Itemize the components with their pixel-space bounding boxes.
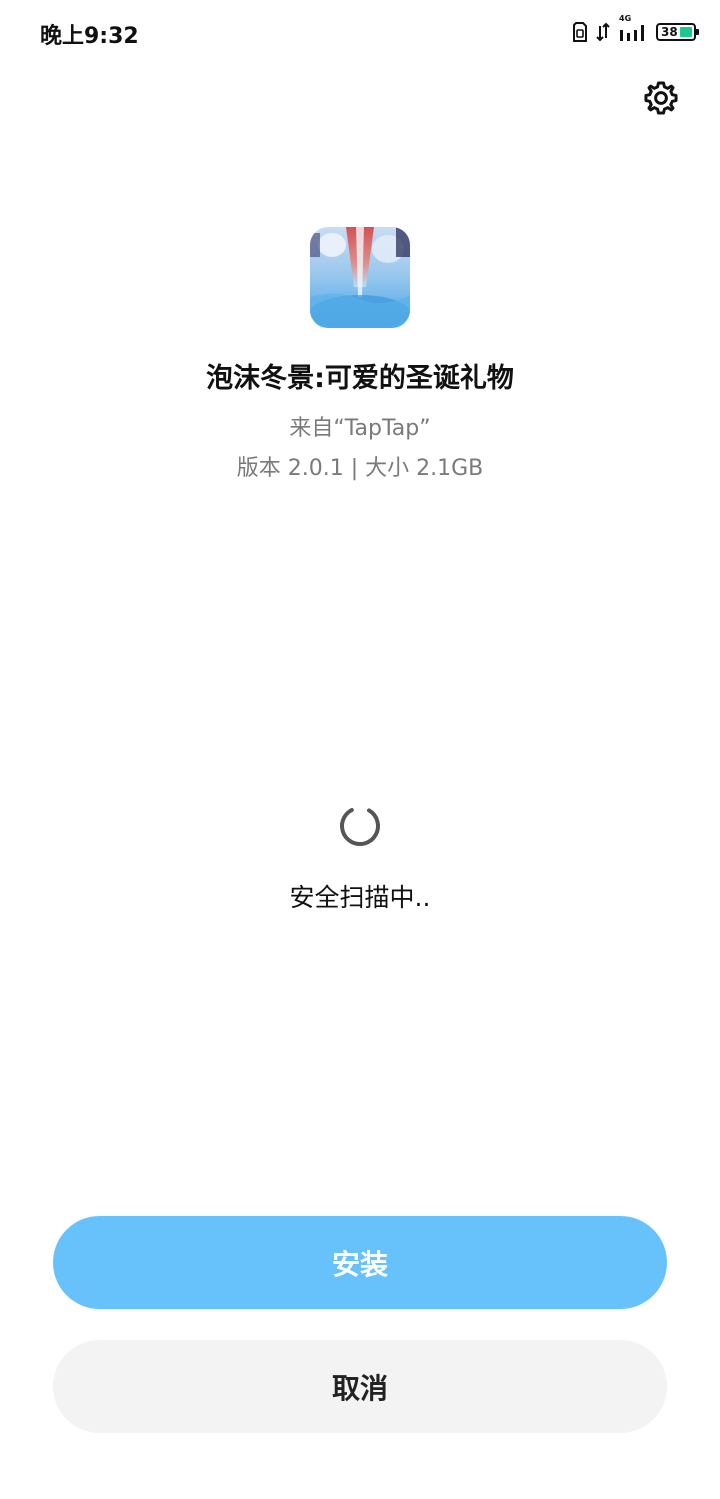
gear-icon: [642, 79, 680, 121]
status-time: 晚上9:32: [40, 24, 139, 49]
cancel-button[interactable]: 取消: [53, 1340, 667, 1433]
app-icon: [310, 227, 410, 328]
settings-button[interactable]: [639, 78, 683, 122]
app-version-size: 版本 2.0.1 | 大小 2.1GB: [236, 456, 484, 481]
install-button[interactable]: 安装: [53, 1216, 667, 1309]
data-transfer-icon: [596, 22, 610, 42]
app-install-screen: 晚上9:32 4G 38 泡沫冬景:可爱的圣诞礼物 来自“TapTap” 版本 …: [0, 0, 720, 1499]
status-bar: 晚上9:32 4G 38: [0, 0, 720, 64]
battery-level: 38: [661, 25, 678, 39]
signal-icon: 4G: [619, 14, 647, 42]
status-icons: 4G 38: [573, 14, 699, 45]
app-source: 来自“TapTap”: [289, 416, 431, 441]
battery-fill: [679, 27, 692, 37]
loading-spinner-icon: [338, 804, 382, 848]
battery-icon: 38: [656, 23, 699, 41]
sim-card-icon: [573, 22, 587, 42]
network-type-label: 4G: [619, 14, 632, 23]
app-name: 泡沫冬景:可爱的圣诞礼物: [206, 363, 514, 394]
scan-status: 安全扫描中..: [289, 883, 431, 912]
